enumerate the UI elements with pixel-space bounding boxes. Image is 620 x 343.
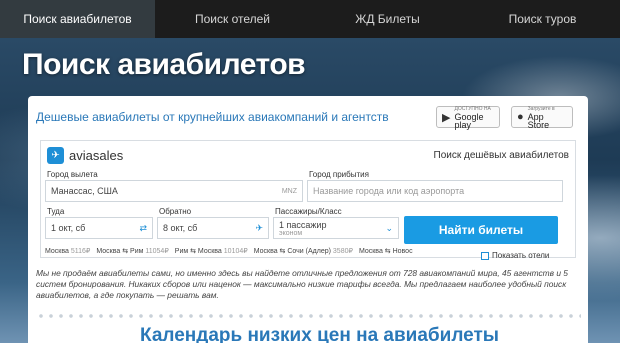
google-play-icon: ▶ (442, 111, 451, 124)
search-flights-button[interactable]: Найти билеты (404, 216, 558, 244)
checkbox-icon[interactable] (481, 251, 489, 260)
destination-label: Город прибытия (309, 170, 369, 179)
popular-route-chip[interactable]: Москва ⇆ Сочи (Адлер) 3580₽ (254, 247, 353, 255)
calendar-title: Календарь низких цен на авиабилеты (140, 325, 499, 343)
origin-code: MNZ (281, 187, 297, 195)
show-hotels-label: Показать отели (492, 251, 550, 260)
depart-label: Туда (47, 207, 65, 216)
origin-input[interactable]: Манассас, США MNZ (45, 180, 303, 202)
description-text: Мы не продаём авиабилеты сами, но именно… (36, 268, 568, 300)
destination-placeholder: Название города или код аэропорта (313, 186, 465, 196)
destination-input[interactable]: Название города или код аэропорта (307, 180, 563, 202)
google-play-button[interactable]: ▶ ДОСТУПНО НА Google play (436, 106, 500, 130)
google-play-label: Google play (454, 112, 484, 130)
return-date-value: 8 окт, сб (163, 223, 198, 233)
return-label: Обратно (159, 207, 192, 216)
popular-route-chip[interactable]: Рим ⇆ Москва 10104₽ (175, 247, 248, 255)
dotted-divider (36, 313, 581, 319)
app-store-button[interactable]: ● Загрузите в App Store (511, 106, 573, 130)
tab-flights[interactable]: Поиск авиабилетов (0, 0, 155, 38)
swap-dates-icon[interactable]: ⇄ (139, 223, 147, 234)
page-title: Поиск авиабилетов (22, 48, 306, 81)
aviasales-logo: ✈ aviasales (47, 147, 123, 164)
passengers-value: 1 пассажир (279, 219, 327, 230)
apple-icon: ● (517, 111, 524, 123)
plane-return-icon: ✈ (255, 222, 263, 233)
aviasales-logo-icon: ✈ (47, 147, 64, 164)
class-value: эконом (279, 229, 303, 237)
tab-hotels[interactable]: Поиск отелей (155, 0, 310, 38)
chevron-down-icon: ⌄ (385, 223, 393, 233)
depart-date-input[interactable]: 1 окт, сб ⇄ (45, 217, 153, 239)
depart-date-value: 1 окт, сб (51, 223, 86, 233)
popular-routes: Москва 5116₽ Москва ⇆ Рим 11054₽ Рим ⇆ М… (45, 247, 413, 255)
tab-trains[interactable]: ЖД Билеты (310, 0, 465, 38)
aviasales-logo-text: aviasales (69, 148, 124, 163)
passengers-label: Пассажиры/Класс (275, 207, 342, 216)
show-hotels-checkbox[interactable]: Показать отели (481, 251, 549, 260)
popular-route-chip[interactable]: Москва 5116₽ (45, 247, 90, 255)
tagline: Дешевые авиабилеты от крупнейших авиаком… (36, 110, 389, 124)
return-date-input[interactable]: 8 окт, сб ✈ (157, 217, 269, 239)
origin-value: Манассас, США (51, 186, 118, 196)
popular-route-chip[interactable]: Москва ⇆ Рим 11054₽ (96, 247, 168, 255)
top-navigation: Поиск авиабилетов Поиск отелей ЖД Билеты… (0, 0, 620, 38)
widget-heading: Поиск дешёвых авиабилетов (433, 150, 570, 161)
tab-tours[interactable]: Поиск туров (465, 0, 620, 38)
app-store-label: App Store (527, 112, 550, 130)
popular-route-chip[interactable]: Москва ⇆ Новос (359, 247, 413, 255)
passengers-select[interactable]: 1 пассажир эконом ⌄ (273, 217, 399, 239)
search-widget: ✈ aviasales Поиск дешёвых авиабилетов Го… (40, 140, 576, 260)
search-card: Дешевые авиабилеты от крупнейших авиаком… (28, 96, 588, 343)
origin-label: Город вылета (47, 170, 98, 179)
